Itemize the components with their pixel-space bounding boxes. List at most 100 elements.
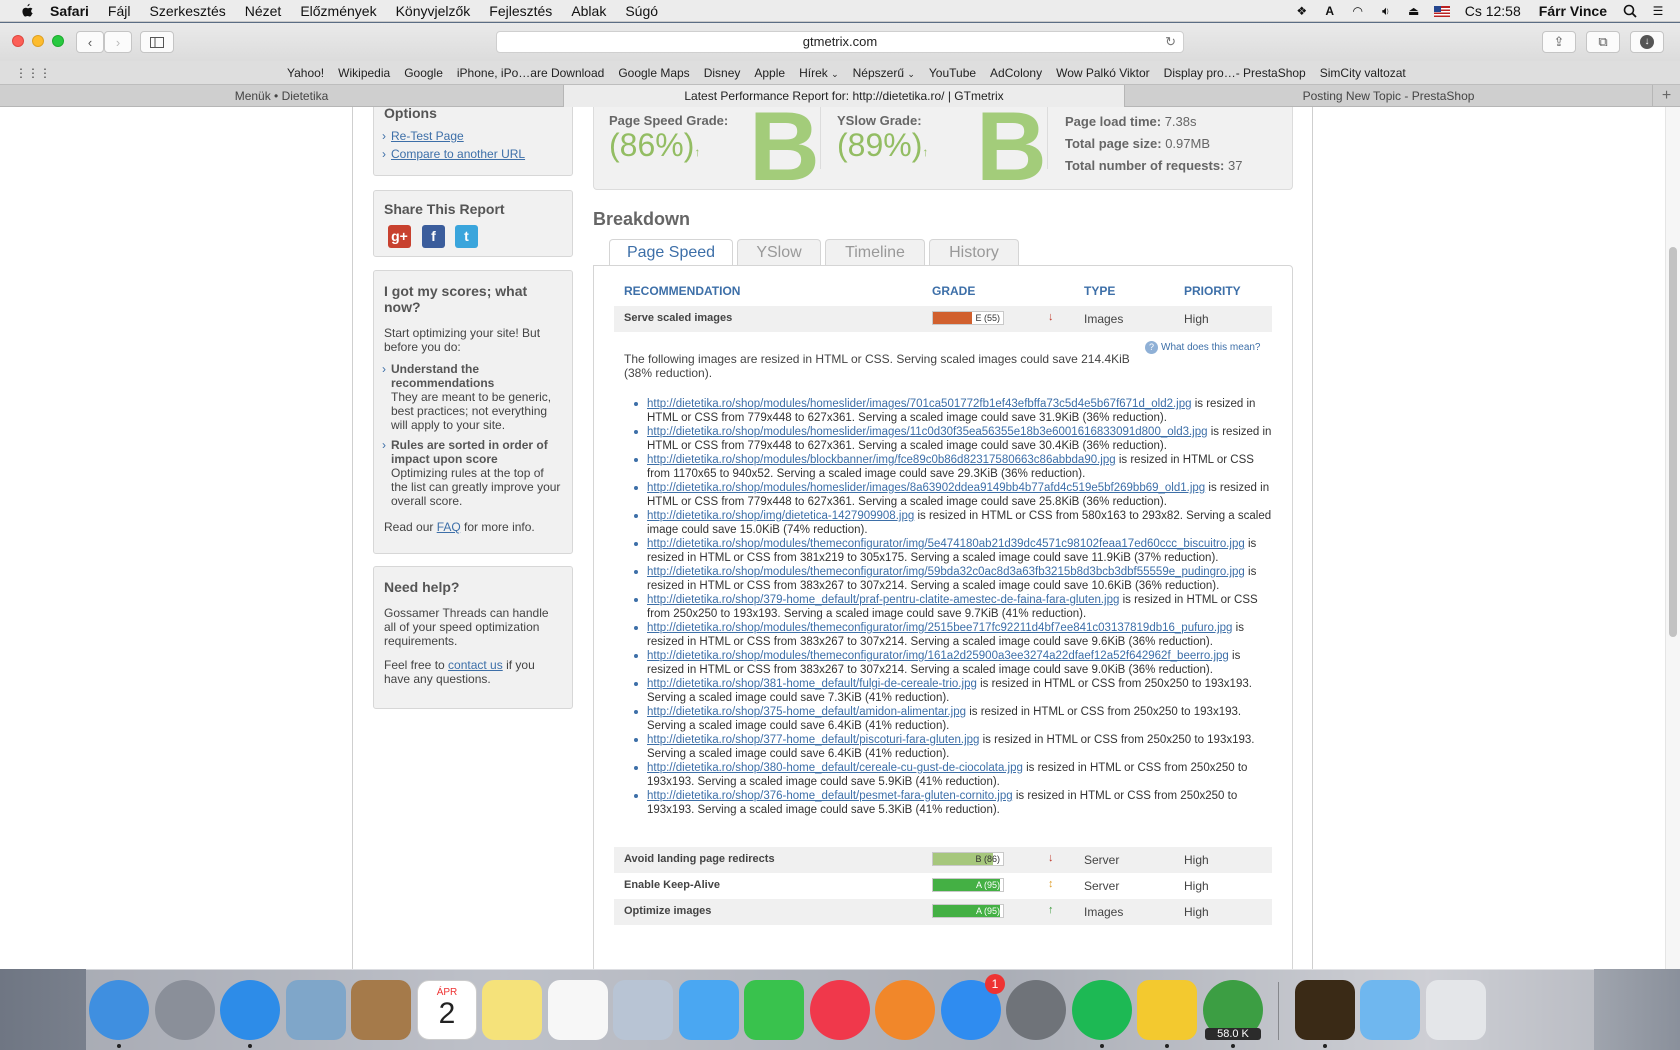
image-url-link[interactable]: http://dietetika.ro/shop/379-home_defaul… xyxy=(647,594,1119,606)
tab-yslow[interactable]: YSlow xyxy=(737,239,821,265)
image-url-link[interactable]: http://dietetika.ro/shop/modules/themeco… xyxy=(647,622,1232,634)
launchpad-icon[interactable] xyxy=(155,980,215,1040)
bookmark-item[interactable]: AdColony xyxy=(990,66,1042,80)
image-url-link[interactable]: http://dietetika.ro/shop/375-home_defaul… xyxy=(647,706,966,718)
recommendation-row-optimize-images[interactable]: Optimize images A (95) ↑ Images High xyxy=(614,899,1272,925)
menu-develop[interactable]: Fejlesztés xyxy=(489,3,552,19)
cyberduck-icon[interactable] xyxy=(1137,980,1197,1040)
menu-edit[interactable]: Szerkesztés xyxy=(149,3,225,19)
notes-icon[interactable] xyxy=(482,980,542,1040)
image-url-link[interactable]: http://dietetika.ro/shop/modules/homesli… xyxy=(647,426,1208,438)
bookmark-item[interactable]: Apple xyxy=(754,66,785,80)
faq-link[interactable]: FAQ xyxy=(437,520,461,534)
google-plus-icon[interactable]: g+ xyxy=(388,225,411,248)
forward-button[interactable]: › xyxy=(104,31,132,53)
bookmark-folder[interactable]: Hírek ⌄ xyxy=(799,66,839,80)
bridge-icon[interactable] xyxy=(1295,980,1355,1040)
compare-link[interactable]: Compare to another URL xyxy=(391,147,525,161)
tab-timeline[interactable]: Timeline xyxy=(825,239,925,265)
calendar-icon[interactable]: ÁPR 2 xyxy=(417,980,477,1040)
preview-icon[interactable] xyxy=(613,980,673,1040)
ibooks-icon[interactable] xyxy=(875,980,935,1040)
contact-link[interactable]: contact us xyxy=(448,658,503,672)
contacts-icon[interactable] xyxy=(351,980,411,1040)
recommendation-row-serve-scaled[interactable]: Serve scaled images E (55) ↓ Images High xyxy=(614,306,1272,332)
wifi-icon[interactable]: ◠ xyxy=(1350,4,1366,18)
menu-window[interactable]: Ablak xyxy=(571,3,606,19)
close-window-button[interactable] xyxy=(12,35,24,47)
trash-icon[interactable] xyxy=(1426,980,1486,1040)
bookmark-item[interactable]: Disney xyxy=(704,66,741,80)
bookmark-item[interactable]: Google Maps xyxy=(618,66,689,80)
menu-bookmarks[interactable]: Könyvjelzők xyxy=(396,3,471,19)
vertical-scrollbar[interactable] xyxy=(1665,107,1680,969)
header-priority[interactable]: PRIORITY xyxy=(1184,284,1241,298)
user-name[interactable]: Fárr Vince xyxy=(1539,3,1607,19)
zoom-window-button[interactable] xyxy=(52,35,64,47)
bookmark-item[interactable]: YouTube xyxy=(929,66,976,80)
safari-icon[interactable] xyxy=(220,980,280,1040)
facebook-icon[interactable]: f xyxy=(422,225,445,248)
finder-icon[interactable] xyxy=(89,980,149,1040)
image-url-link[interactable]: http://dietetika.ro/shop/modules/homesli… xyxy=(647,482,1205,494)
adobe-icon[interactable]: A xyxy=(1322,4,1338,18)
eject-icon[interactable]: ⏏ xyxy=(1406,4,1422,18)
spotify-icon[interactable] xyxy=(1072,980,1132,1040)
share-button[interactable]: ⇪ xyxy=(1542,31,1576,53)
apple-menu-icon[interactable] xyxy=(18,3,36,19)
tab-gtmetrix[interactable]: Latest Performance Report for: http://di… xyxy=(563,85,1125,107)
volume-icon[interactable]: 🔉︎ xyxy=(1378,4,1394,18)
bookmark-folder[interactable]: Népszerű ⌄ xyxy=(853,66,915,80)
menu-history[interactable]: Előzmények xyxy=(300,3,376,19)
bookmark-item[interactable]: iPhone, iPo…are Download xyxy=(457,66,604,80)
image-url-link[interactable]: http://dietetika.ro/shop/modules/blockba… xyxy=(647,454,1116,466)
tab-menuk[interactable]: Menük • Dietetika xyxy=(0,85,563,107)
clock[interactable]: Cs 12:58 xyxy=(1465,3,1521,19)
reminders-icon[interactable] xyxy=(548,980,608,1040)
flag-us-icon[interactable] xyxy=(1433,4,1450,18)
tab-history[interactable]: History xyxy=(929,239,1019,265)
image-url-link[interactable]: http://dietetika.ro/shop/376-home_defaul… xyxy=(647,790,1013,802)
menu-view[interactable]: Nézet xyxy=(245,3,282,19)
top-sites-grid-icon[interactable]: ⋮⋮⋮ xyxy=(15,66,51,80)
bookmark-item[interactable]: Google xyxy=(404,66,443,80)
recommendation-row-landing-redirects[interactable]: Avoid landing page redirects B (86) ↓ Se… xyxy=(614,847,1272,873)
tab-page-speed[interactable]: Page Speed xyxy=(609,239,733,266)
menu-help[interactable]: Súgó xyxy=(625,3,658,19)
itunes-icon[interactable] xyxy=(810,980,870,1040)
header-grade[interactable]: GRADE xyxy=(932,284,975,298)
address-bar[interactable]: gtmetrix.com ↻ xyxy=(496,31,1184,53)
what-does-this-mean-link[interactable]: ? What does this mean? xyxy=(1145,341,1261,354)
image-url-link[interactable]: http://dietetika.ro/shop/380-home_defaul… xyxy=(647,762,1023,774)
sidebar-toggle-button[interactable] xyxy=(140,31,174,53)
bookmark-item[interactable]: Wow Palkó Viktor xyxy=(1056,66,1150,80)
system-preferences-icon[interactable] xyxy=(1006,980,1066,1040)
app-store-icon[interactable]: 1 xyxy=(941,974,1005,1040)
mail-icon[interactable] xyxy=(286,980,346,1040)
notification-center-icon[interactable]: ☰ xyxy=(1650,4,1666,18)
header-type[interactable]: TYPE xyxy=(1084,284,1115,298)
new-tab-button[interactable]: + xyxy=(1652,85,1680,107)
bookmark-item[interactable]: Yahoo! xyxy=(287,66,324,80)
facetime-icon[interactable] xyxy=(744,980,804,1040)
image-url-link[interactable]: http://dietetika.ro/shop/modules/themeco… xyxy=(647,538,1245,550)
menu-safari[interactable]: Safari xyxy=(50,3,89,19)
bookmark-item[interactable]: Display pro…- PrestaShop xyxy=(1164,66,1306,80)
minimize-window-button[interactable] xyxy=(32,35,44,47)
folder-icon[interactable] xyxy=(1360,980,1420,1040)
image-url-link[interactable]: http://dietetika.ro/shop/381-home_defaul… xyxy=(647,678,977,690)
back-button[interactable]: ‹ xyxy=(76,31,104,53)
image-url-link[interactable]: http://dietetika.ro/shop/modules/themeco… xyxy=(647,566,1245,578)
downloads-button[interactable]: ↓ xyxy=(1630,31,1664,53)
retest-link[interactable]: Re-Test Page xyxy=(391,129,464,143)
bookmark-item[interactable]: Wikipedia xyxy=(338,66,390,80)
reload-icon[interactable]: ↻ xyxy=(1165,32,1176,52)
image-url-link[interactable]: http://dietetika.ro/shop/377-home_defaul… xyxy=(647,734,979,746)
header-recommendation[interactable]: RECOMMENDATION xyxy=(624,284,740,298)
utorrent-icon[interactable]: 58.0 K xyxy=(1203,980,1263,1040)
scrollbar-thumb[interactable] xyxy=(1669,247,1677,637)
dropbox-icon[interactable]: ❖ xyxy=(1294,4,1310,18)
tab-prestashop[interactable]: Posting New Topic - PrestaShop xyxy=(1125,85,1652,107)
twitter-icon[interactable]: t xyxy=(455,225,478,248)
spotlight-icon[interactable] xyxy=(1622,4,1638,18)
